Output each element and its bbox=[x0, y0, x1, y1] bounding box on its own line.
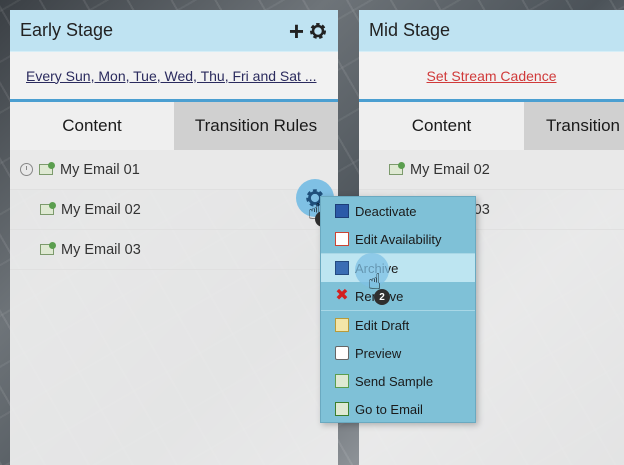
email-name: My Email 02 bbox=[61, 201, 141, 218]
tab-transition[interactable]: Transition bbox=[524, 102, 624, 150]
cadence-bar: Set Stream Cadence bbox=[359, 52, 624, 102]
edit-draft-icon bbox=[335, 318, 349, 332]
deactivate-icon bbox=[335, 204, 349, 218]
mid-stage-header: Mid Stage bbox=[359, 10, 624, 52]
tab-content[interactable]: Content bbox=[10, 102, 174, 150]
menu-item-label: Preview bbox=[355, 345, 402, 361]
email-icon bbox=[40, 202, 56, 215]
preview-icon bbox=[335, 346, 349, 360]
cadence-bar: Every Sun, Mon, Tue, Wed, Thu, Fri and S… bbox=[10, 52, 338, 102]
calendar-icon bbox=[335, 232, 349, 246]
tab-bar: Content Transition Rules bbox=[10, 102, 338, 150]
remove-x-icon: ✖ bbox=[335, 287, 349, 304]
email-name: My Email 02 bbox=[410, 161, 490, 178]
early-stage-panel: Early Stage + Every Sun, Mon, Tue, Wed, … bbox=[10, 10, 338, 465]
cadence-link[interactable]: Every Sun, Mon, Tue, Wed, Thu, Fri and S… bbox=[26, 68, 317, 84]
menu-item-send-sample[interactable]: Send Sample bbox=[321, 367, 475, 395]
list-item[interactable]: My Email 02 bbox=[359, 150, 624, 190]
menu-item-deactivate[interactable]: Deactivate bbox=[321, 197, 475, 225]
menu-item-archive[interactable]: Archive bbox=[321, 254, 475, 282]
email-icon bbox=[389, 162, 405, 175]
menu-item-remove[interactable]: ✖ Remove bbox=[321, 282, 475, 310]
list-item[interactable]: My Email 01 bbox=[10, 150, 338, 190]
menu-item-label: Send Sample bbox=[355, 373, 434, 389]
menu-item-label: Go to Email bbox=[355, 401, 423, 417]
tab-content[interactable]: Content bbox=[359, 102, 524, 150]
go-to-email-icon bbox=[335, 402, 349, 416]
email-name: My Email 03 bbox=[61, 241, 141, 258]
add-icon[interactable]: + bbox=[289, 18, 304, 44]
step-badge: 2 bbox=[374, 289, 390, 305]
email-list: My Email 01 My Email 02 My Email 03 bbox=[10, 150, 338, 270]
send-sample-icon bbox=[335, 374, 349, 388]
panel-title: Early Stage bbox=[20, 20, 114, 40]
list-item[interactable]: My Email 02 bbox=[10, 190, 338, 230]
list-item[interactable]: My Email 03 bbox=[10, 230, 338, 270]
menu-item-label: Edit Availability bbox=[355, 231, 442, 247]
archive-icon bbox=[335, 261, 349, 275]
email-name: My Email 01 bbox=[60, 161, 140, 178]
tab-transition-rules[interactable]: Transition Rules bbox=[174, 102, 338, 150]
menu-item-go-to-email[interactable]: Go to Email bbox=[321, 395, 475, 423]
menu-item-edit-draft[interactable]: Edit Draft bbox=[321, 311, 475, 339]
tab-bar: Content Transition bbox=[359, 102, 624, 150]
clock-icon bbox=[20, 163, 33, 176]
menu-item-label: Deactivate bbox=[355, 203, 417, 219]
menu-item-preview[interactable]: Preview bbox=[321, 339, 475, 367]
early-stage-header: Early Stage + bbox=[10, 10, 338, 52]
menu-item-edit-availability[interactable]: Edit Availability bbox=[321, 225, 475, 253]
gear-icon[interactable] bbox=[308, 21, 328, 41]
menu-item-label: Edit Draft bbox=[355, 317, 410, 333]
email-icon bbox=[40, 242, 56, 255]
email-icon bbox=[39, 162, 55, 175]
panel-title: Mid Stage bbox=[369, 20, 451, 40]
set-cadence-link[interactable]: Set Stream Cadence bbox=[427, 68, 557, 84]
context-menu: Deactivate Edit Availability Archive ✖ R… bbox=[320, 196, 476, 423]
